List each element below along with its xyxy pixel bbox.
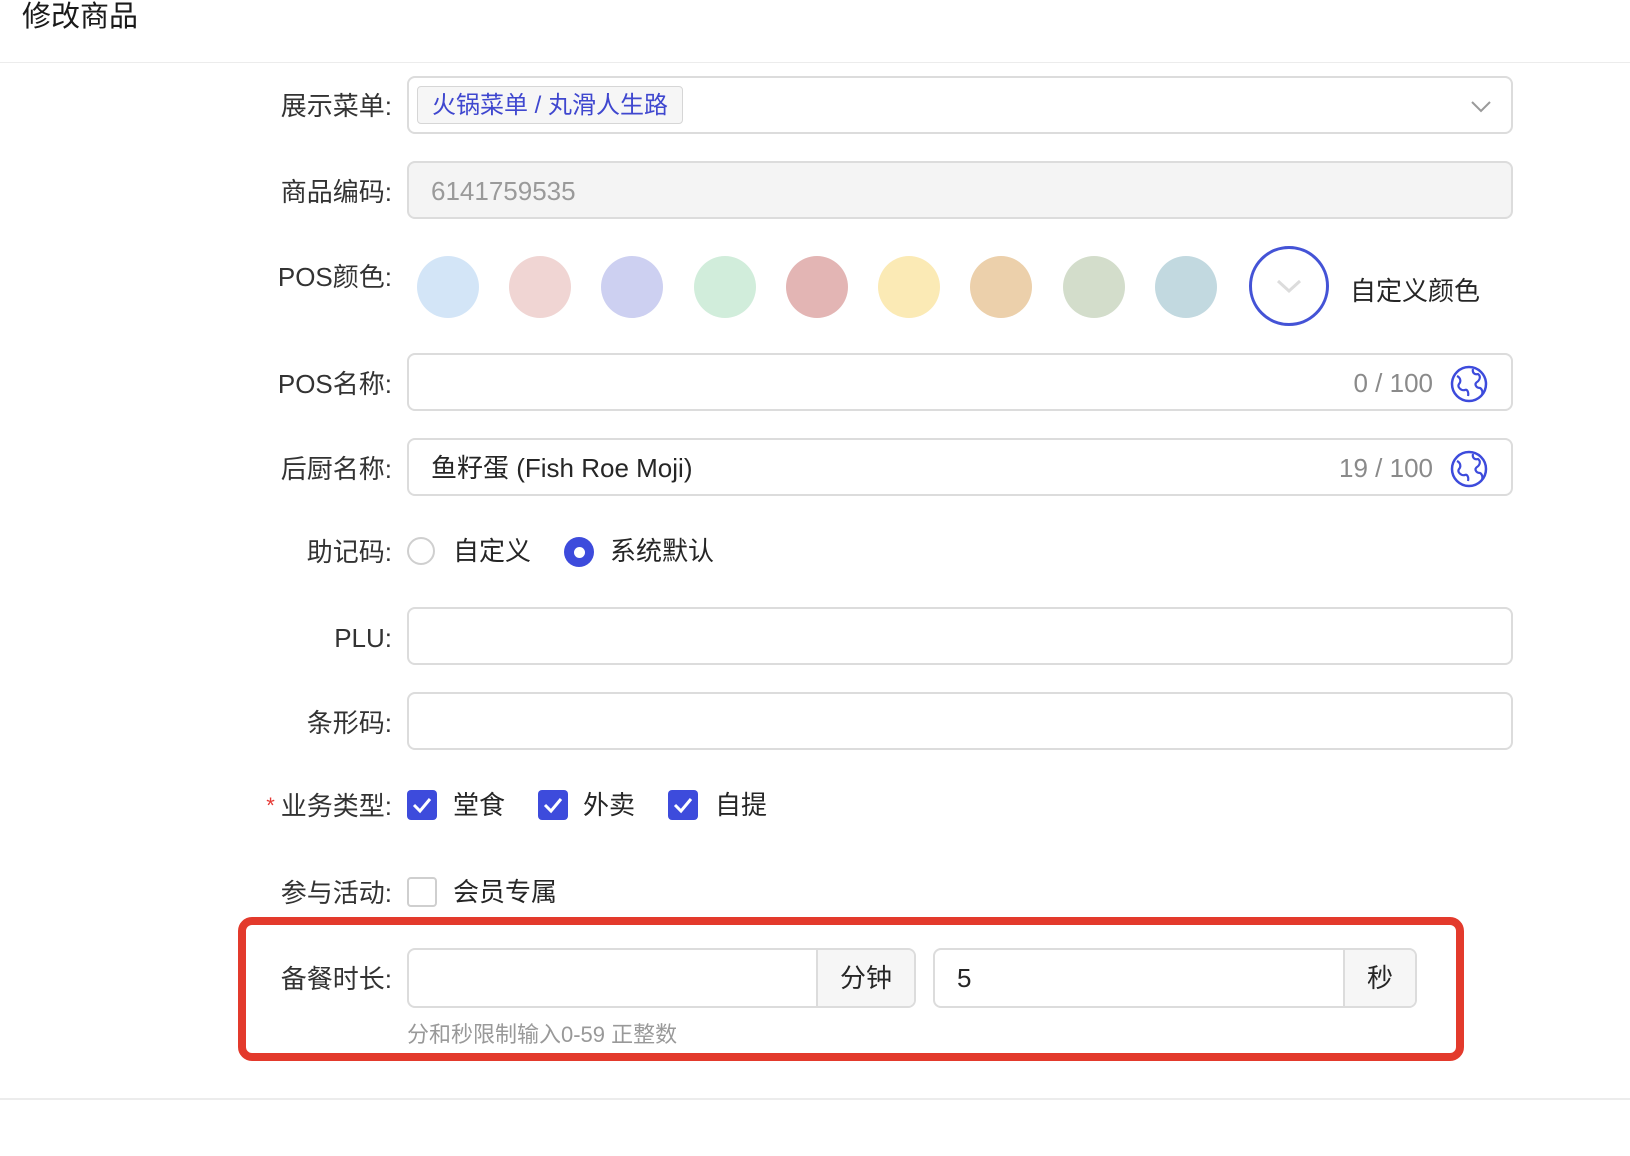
business-type-label: * 业务类型: [266,790,392,822]
page-title: 修改商品 [22,1,139,33]
kitchen-name-value: 鱼籽蛋 (Fish Roe Moji) [431,453,693,483]
highlight-annotation-box [238,917,1464,1061]
color-swatch-mint[interactable] [694,256,756,318]
check-icon [412,798,432,814]
barcode-label: 条形码: [306,708,392,738]
business-type-label-text: 业务类型: [280,791,392,821]
display-menu-label: 展示菜单: [280,91,392,121]
member-exclusive-checkbox[interactable] [407,877,437,907]
globe-icon[interactable] [1449,364,1489,404]
menu-tag[interactable]: 火锅菜单 / 丸滑人生路 [417,86,684,124]
custom-color-label[interactable]: 自定义颜色 [1350,271,1480,308]
color-swatch-yellow[interactable] [878,256,940,318]
color-swatch-rose[interactable] [786,256,848,318]
color-swatch-light-pink[interactable] [509,256,571,318]
check-icon [673,798,693,814]
pos-name-input[interactable]: 0 / 100 [407,353,1513,411]
barcode-input[interactable] [407,692,1513,750]
header-divider [0,62,1630,63]
product-code-value: 6141759535 [431,176,576,206]
pos-name-counter: 0 / 100 [1353,368,1433,398]
color-swatch-sage[interactable] [1063,256,1125,318]
kitchen-name-label: 后厨名称: [280,454,392,484]
plu-input[interactable] [407,607,1513,665]
pickup-checkbox[interactable] [668,790,698,820]
mnemonic-default-label[interactable]: 系统默认 [610,535,714,567]
custom-color-button[interactable] [1249,246,1329,326]
mnemonic-custom-radio[interactable] [407,537,435,565]
delivery-checkbox[interactable] [538,790,568,820]
display-menu-select[interactable]: 火锅菜单 / 丸滑人生路 [407,76,1513,134]
color-swatch-lavender[interactable] [601,256,663,318]
color-swatch-steel-blue[interactable] [1155,256,1217,318]
pos-name-label: POS名称: [277,369,392,399]
color-swatch-light-blue[interactable] [417,256,479,318]
member-exclusive-label[interactable]: 会员专属 [453,876,557,908]
color-swatch-peach[interactable] [970,256,1032,318]
pos-color-label: POS颜色: [277,262,392,292]
globe-icon[interactable] [1449,449,1489,489]
plu-label: PLU: [334,623,392,653]
product-code-field: 6141759535 [407,161,1513,219]
mnemonic-custom-label[interactable]: 自定义 [453,535,531,567]
mnemonic-default-radio[interactable] [564,537,594,567]
chevron-down-icon[interactable] [1469,94,1493,118]
chevron-down-icon [1276,279,1302,294]
kitchen-name-input[interactable]: 鱼籽蛋 (Fish Roe Moji) 19 / 100 [407,438,1513,496]
check-icon [543,798,563,814]
delivery-label[interactable]: 外卖 [583,789,635,821]
product-code-label: 商品编码: [280,177,392,207]
activity-label: 参与活动: [280,878,392,908]
pickup-label[interactable]: 自提 [715,789,767,821]
dine-in-label[interactable]: 堂食 [453,789,505,821]
dine-in-checkbox[interactable] [407,790,437,820]
required-mark: * [266,793,275,818]
kitchen-name-counter: 19 / 100 [1339,453,1433,483]
mnemonic-label: 助记码: [306,537,392,567]
footer-divider [0,1098,1630,1100]
